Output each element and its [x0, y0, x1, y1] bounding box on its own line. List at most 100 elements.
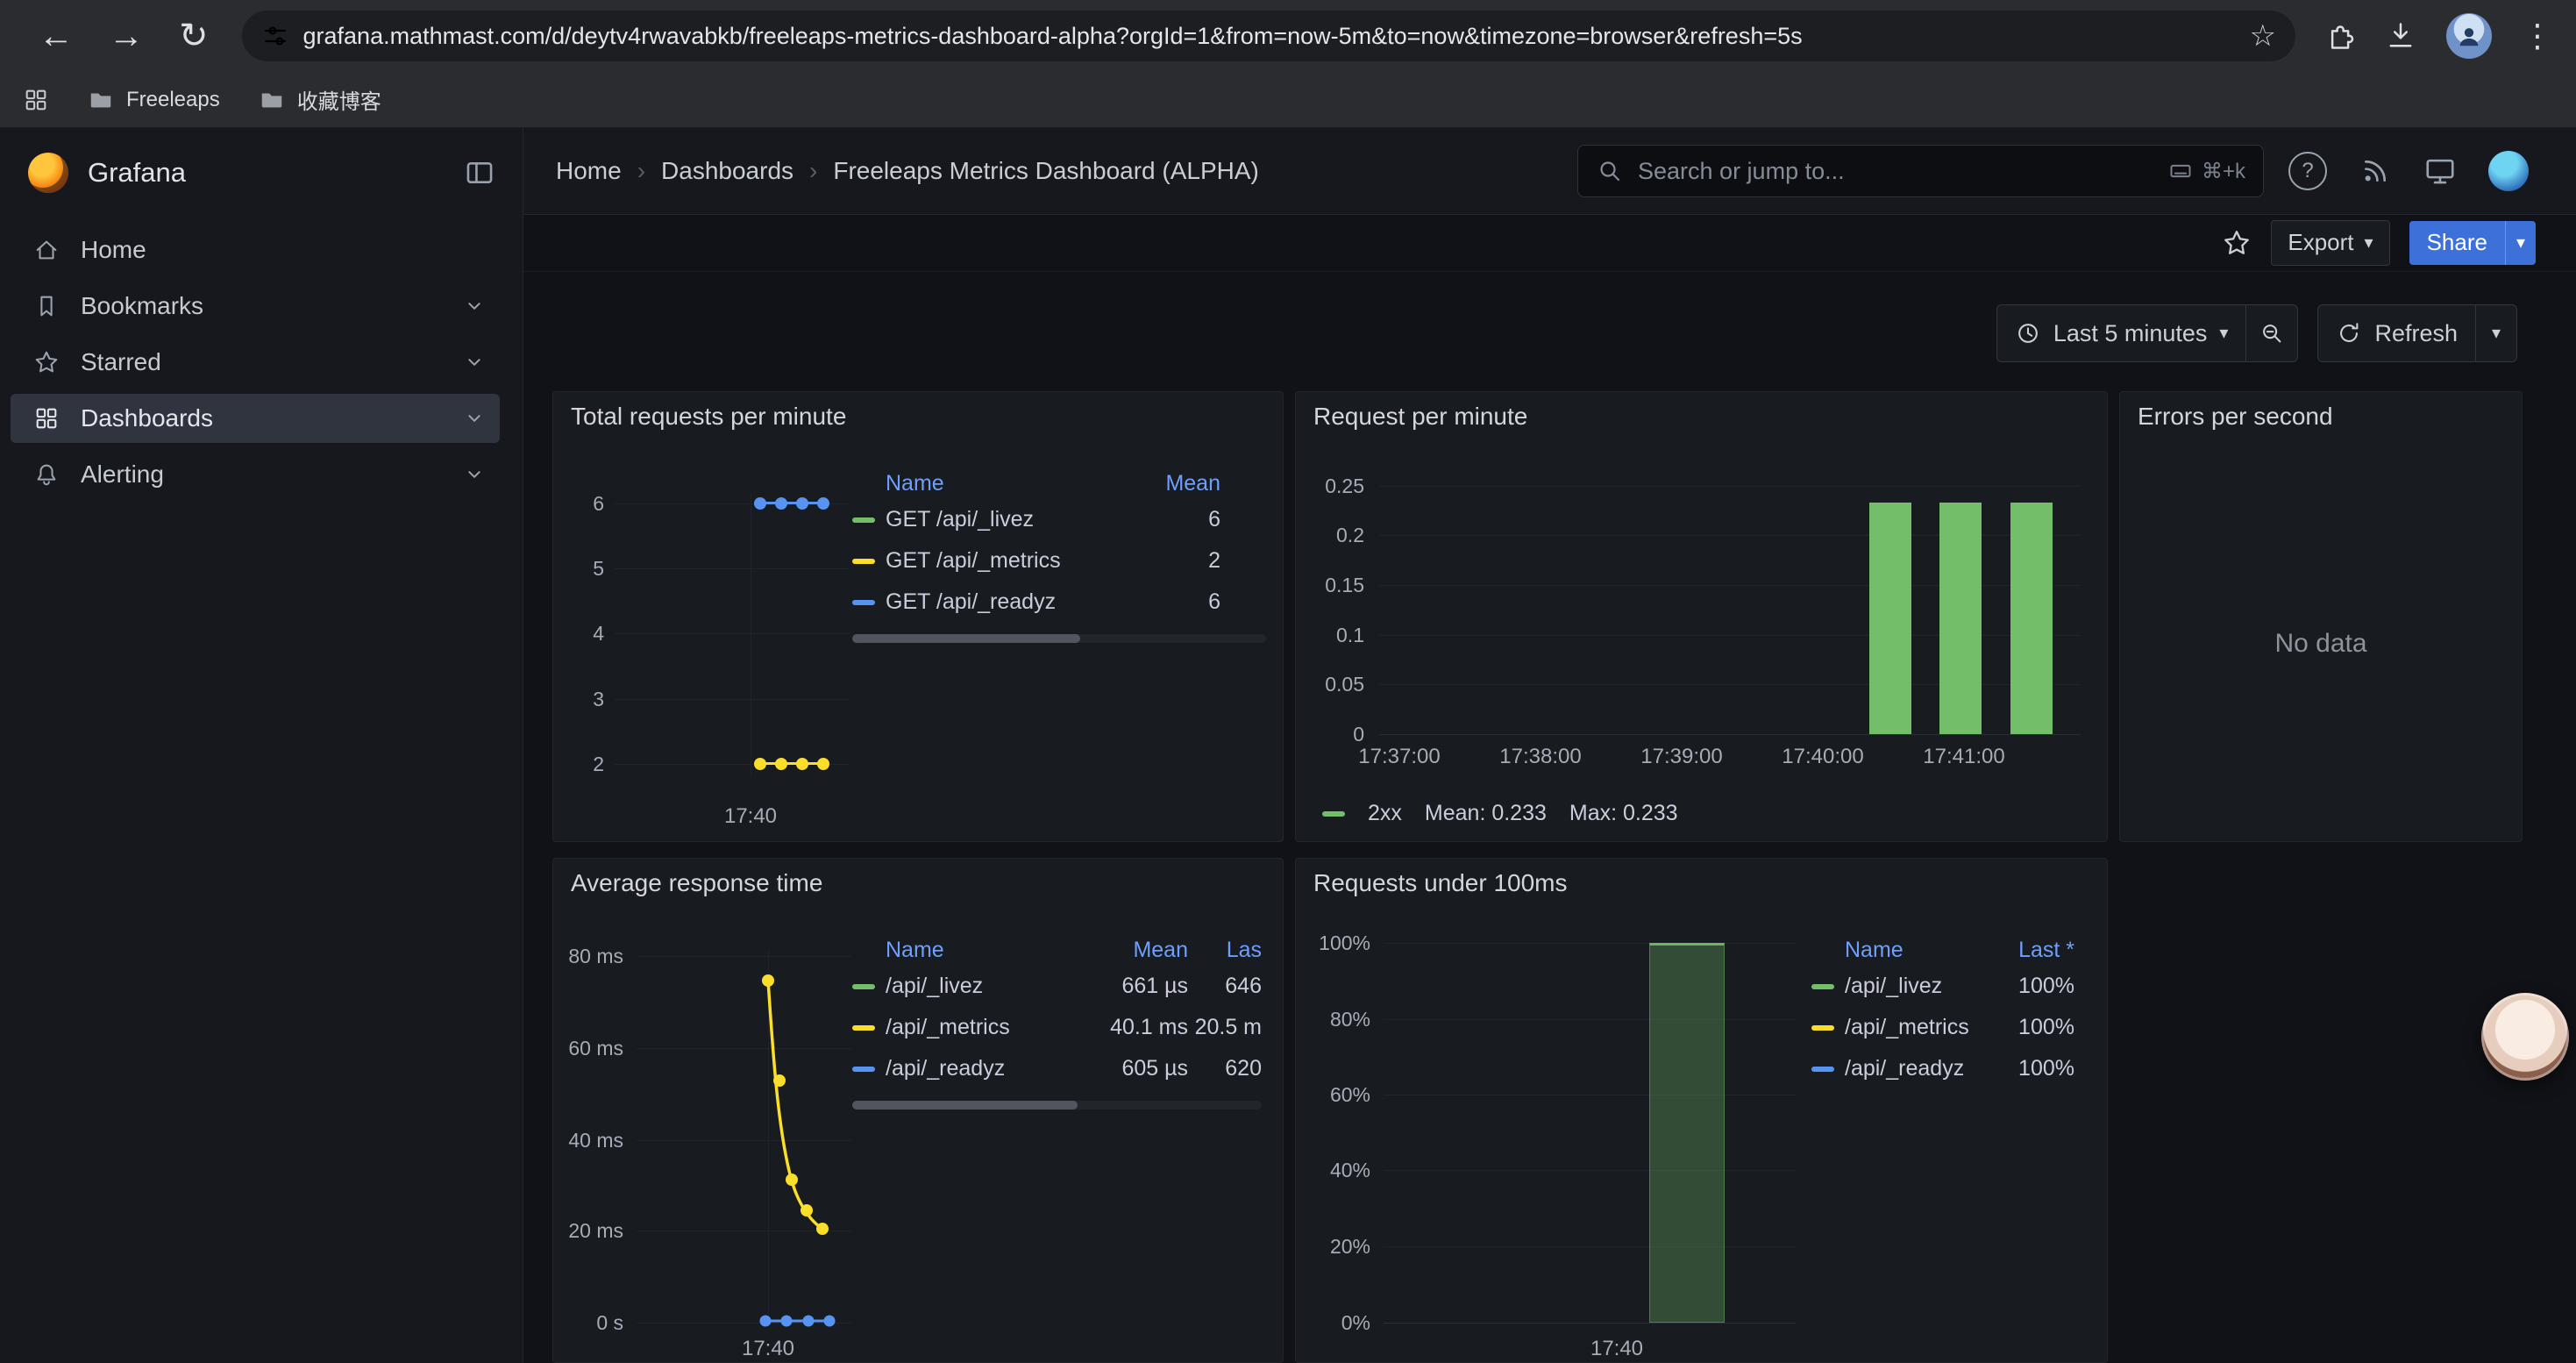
series-name[interactable]: GET /api/_readyz — [886, 589, 1142, 615]
sidebar-header: Grafana — [0, 128, 523, 218]
panel-total-requests: Total requests per minute 65432 17:40 — [552, 391, 1284, 842]
legend-row[interactable]: /api/_readyz 605 µs 620 — [852, 1048, 1262, 1089]
breadcrumb-dashboards[interactable]: Dashboards — [661, 157, 793, 185]
refresh-interval-button[interactable]: ▾ — [2476, 305, 2516, 361]
series-name[interactable]: /api/_metrics — [886, 1015, 1083, 1040]
sidebar-item-starred[interactable]: Starred — [11, 338, 500, 387]
bookmark-star-icon[interactable]: ☆ — [2250, 18, 2276, 54]
series-name[interactable]: /api/_metrics — [1845, 1015, 1978, 1040]
column-name[interactable]: Name — [852, 938, 1083, 963]
column-name[interactable]: Name — [852, 471, 1142, 496]
home-icon — [33, 237, 60, 263]
scrollbar-thumb[interactable] — [852, 1101, 1078, 1110]
forward-button[interactable]: → — [109, 17, 144, 56]
header-icons: ? — [2288, 128, 2529, 214]
panel-errors-per-second: Errors per second No data — [2119, 391, 2523, 842]
floating-avatar[interactable] — [2481, 993, 2569, 1081]
user-avatar[interactable] — [2488, 151, 2529, 191]
legend-scrollbar[interactable] — [852, 634, 1266, 643]
news-rss-icon[interactable] — [2359, 154, 2392, 188]
y-tick-label: 40 ms — [553, 1128, 623, 1152]
search-placeholder: Search or jump to... — [1638, 158, 2168, 185]
legend-row[interactable]: /api/_readyz 100% — [1811, 1048, 2074, 1089]
column-last[interactable]: Last * — [1978, 938, 2074, 963]
sidebar-item-dashboards[interactable]: Dashboards — [11, 394, 500, 443]
data-point — [754, 758, 766, 770]
sidebar-item-home[interactable]: Home — [11, 225, 500, 275]
breadcrumb-separator: › — [637, 157, 645, 185]
download-icon[interactable] — [2385, 20, 2416, 52]
legend-row[interactable]: /api/_livez 100% — [1811, 966, 2074, 1007]
series-last: 100% — [1978, 1056, 2074, 1081]
chevron-down-icon: ▾ — [2219, 325, 2228, 342]
series-name[interactable]: /api/_readyz — [886, 1056, 1083, 1081]
chevron-down-icon[interactable] — [461, 405, 487, 432]
star-icon — [33, 349, 60, 375]
time-range-picker[interactable]: Last 5 minutes ▾ — [1997, 305, 2246, 361]
favorite-star-icon[interactable] — [2222, 228, 2252, 258]
monitor-icon[interactable] — [2423, 154, 2457, 188]
column-mean[interactable]: Mean — [1083, 938, 1188, 963]
legend-scrollbar[interactable] — [852, 1101, 1262, 1110]
browser-menu-icon[interactable]: ⋮ — [2522, 18, 2555, 54]
bar-2xx — [1939, 503, 1982, 734]
breadcrumb-separator: › — [809, 157, 817, 185]
panel-title[interactable]: Errors per second — [2138, 403, 2333, 431]
legend-row[interactable]: /api/_metrics 100% — [1811, 1007, 2074, 1048]
scrollbar-thumb[interactable] — [852, 634, 1080, 643]
address-bar[interactable]: grafana.mathmast.com/d/deytv4rwavabkb/fr… — [242, 11, 2295, 61]
chevron-down-icon: ▾ — [2492, 325, 2501, 342]
site-info-icon[interactable] — [261, 22, 289, 50]
legend-row[interactable]: GET /api/_readyz 6 — [852, 582, 1220, 623]
zoom-out-icon — [2259, 320, 2285, 346]
refresh-icon — [2336, 320, 2362, 346]
legend-row[interactable]: GET /api/_metrics 2 — [852, 540, 1220, 582]
series-name[interactable]: 2xx — [1368, 801, 1402, 826]
share-button[interactable]: Share ▾ — [2409, 221, 2536, 265]
extensions-icon[interactable] — [2323, 20, 2355, 52]
share-menu-button[interactable]: ▾ — [2506, 221, 2536, 265]
sidebar-item-alerting[interactable]: Alerting — [11, 450, 500, 499]
legend-row[interactable]: GET /api/_livez 6 — [852, 499, 1220, 540]
legend-row[interactable]: /api/_metrics 40.1 ms 20.5 m — [852, 1007, 1262, 1048]
export-button[interactable]: Export ▾ — [2271, 220, 2389, 266]
series-last: 646 — [1188, 974, 1262, 999]
legend-row[interactable]: /api/_livez 661 µs 646 — [852, 966, 1262, 1007]
zoom-out-button[interactable] — [2246, 305, 2297, 361]
url-text[interactable]: grafana.mathmast.com/d/deytv4rwavabkb/fr… — [303, 23, 2236, 50]
column-name[interactable]: Name — [1811, 938, 1978, 963]
x-tick-label: 17:37:00 — [1338, 745, 1461, 769]
series-swatch — [1322, 811, 1345, 817]
series-name[interactable]: GET /api/_livez — [886, 507, 1142, 532]
back-button[interactable]: ← — [39, 17, 74, 56]
series-name[interactable]: /api/_readyz — [1845, 1056, 1978, 1081]
reload-button[interactable]: ↻ — [179, 16, 209, 56]
search-input[interactable]: Search or jump to... ⌘+k — [1577, 145, 2264, 197]
column-last[interactable]: Las — [1188, 938, 1262, 963]
refresh-button[interactable]: Refresh — [2318, 305, 2475, 361]
help-icon[interactable]: ? — [2288, 152, 2327, 190]
series-name[interactable]: GET /api/_metrics — [886, 548, 1142, 574]
breadcrumb-home[interactable]: Home — [556, 157, 622, 185]
browser-profile-avatar[interactable] — [2446, 13, 2492, 59]
dashboard-actions-bar: Export ▾ Share ▾ — [523, 214, 2576, 272]
chevron-down-icon[interactable] — [461, 349, 487, 375]
no-data-message: No data — [2120, 629, 2522, 659]
series-name[interactable]: /api/_livez — [1845, 974, 1978, 999]
bookmarks-bar: Freeleaps 收藏博客 — [0, 72, 2576, 128]
apps-grid-icon[interactable] — [23, 87, 49, 113]
legend-rows: /api/_livez 661 µs 646 /api/_metrics 40.… — [852, 966, 1262, 1089]
grafana-header: Home › Dashboards › Freeleaps Metrics Da… — [523, 128, 2576, 215]
y-tick-label: 2 — [553, 752, 604, 776]
collapse-sidebar-icon[interactable] — [463, 156, 496, 189]
column-mean[interactable]: Mean — [1142, 471, 1220, 496]
chevron-down-icon[interactable] — [461, 293, 487, 319]
panel-title[interactable]: Total requests per minute — [571, 403, 846, 431]
bookmark-item-blog[interactable]: 收藏博客 — [259, 84, 381, 115]
grafana-logo[interactable] — [28, 153, 68, 193]
series-name[interactable]: /api/_livez — [886, 974, 1083, 999]
chevron-down-icon[interactable] — [461, 461, 487, 488]
sidebar-item-bookmarks[interactable]: Bookmarks — [11, 282, 500, 331]
bookmark-item-freeleaps[interactable]: Freeleaps — [88, 87, 220, 113]
legend-header: Name Mean — [852, 467, 1220, 499]
